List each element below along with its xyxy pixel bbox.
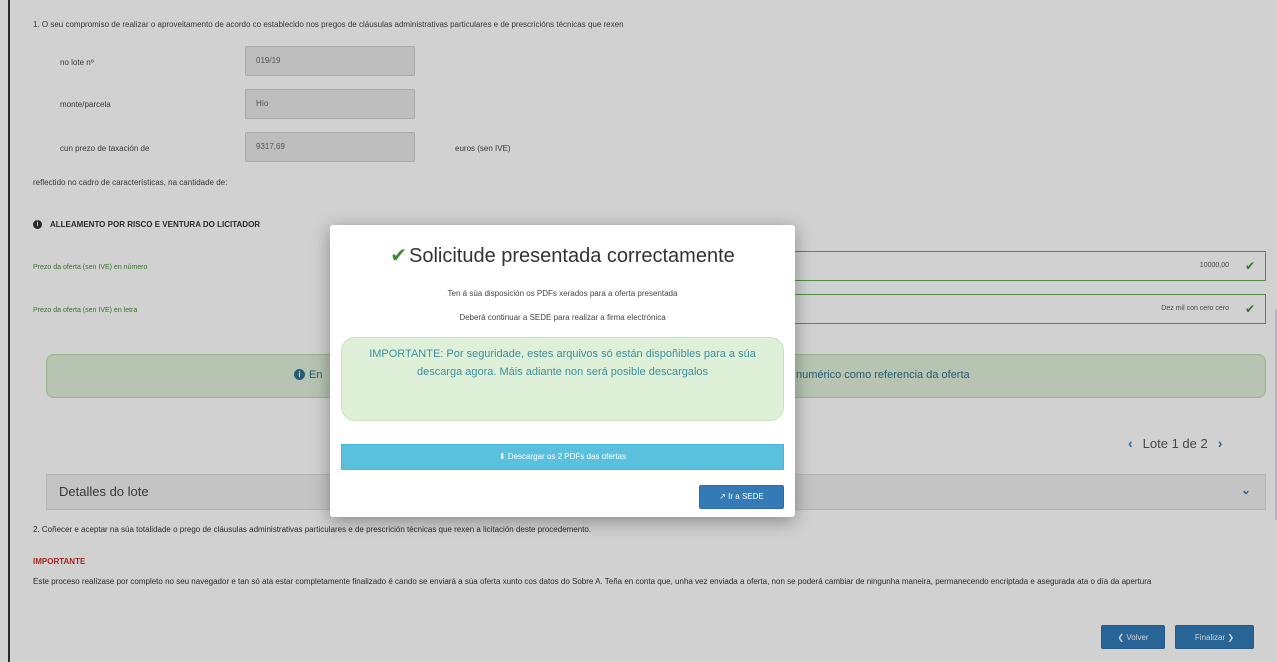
modal-alert: IMPORTANTE: Por seguridade, estes arquiv… [341,337,784,421]
download-icon: ⬇ [498,452,506,461]
modal-line-1: Ten á súa disposición os PDFs xerados pa… [447,289,678,298]
check-icon: ✔ [390,245,407,267]
success-modal: ✔ Solicitude presentada correctamente Ten… [330,225,795,517]
download-pdfs-button[interactable]: ⬇ Descargar os 2 PDFs das ofertas [341,444,784,470]
modal-title-text: Solicitude presentada correctamente [409,245,735,267]
modal-line-2: Deberá continuar a SEDE para realizar a … [459,313,666,322]
download-label: Descargar os 2 PDFs das ofertas [507,452,627,461]
go-sede-label: Ir a SEDE [728,492,764,501]
external-link-icon: ↗ [719,492,726,501]
go-sede-button[interactable]: ↗ Ir a SEDE [699,485,784,509]
modal-title: ✔ Solicitude presentada correctamente [330,243,795,268]
